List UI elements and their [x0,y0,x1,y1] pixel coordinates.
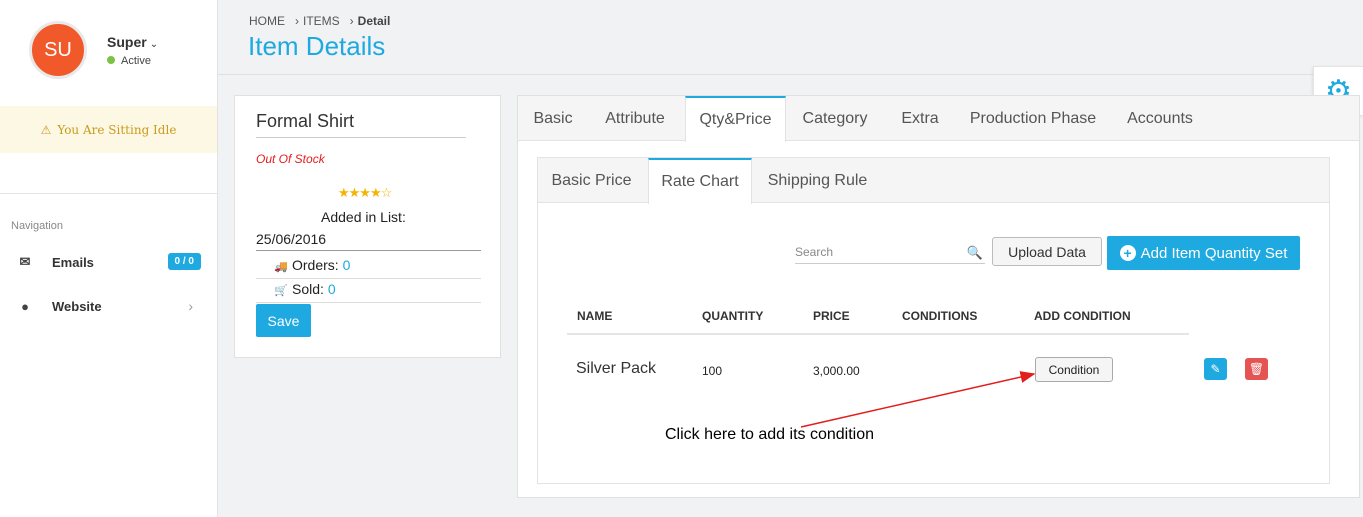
breadcrumb: HOME › ITEMS › Detail [249,14,390,28]
search-input[interactable] [795,242,960,259]
tab-category[interactable]: Category [794,96,876,141]
user-profile[interactable]: SU [29,21,87,79]
tab-rate-chart[interactable]: Rate Chart [648,158,752,204]
stat-divider [256,278,481,279]
added-in-list-label: Added in List: [321,209,406,225]
user-name-dropdown[interactable]: Super ⌄ [107,34,158,50]
added-date: 25/06/2016 [256,231,327,247]
edit-pencil-icon[interactable]: ✎ [1204,358,1227,380]
emails-count-badge: 0 / 0 [167,253,201,270]
tab-shipping-rule[interactable]: Shipping Rule [757,158,878,203]
sub-tabs: Basic Price Rate Chart Shipping Rule [538,158,1329,204]
sidebar-item-label: Website [52,298,102,314]
avatar[interactable]: SU [29,21,87,79]
sold-value[interactable]: 0 [328,281,336,297]
nav-title: Navigation [11,220,63,232]
row-name: Silver Pack [576,360,657,377]
add-item-quantity-set-button[interactable]: + Add Item Quantity Set [1107,236,1300,270]
search-box: 🔍 [795,242,985,264]
column-header-conditions: CONDITIONS [902,309,978,323]
breadcrumb-separator-icon: › [349,14,354,28]
upload-data-button[interactable]: Upload Data [992,237,1102,266]
idle-notice: ⚠ You Are Sitting Idle [0,106,217,153]
breadcrumb-separator-icon: › [295,14,299,28]
add-button-label: Add Item Quantity Set [1140,244,1288,262]
warning-icon: ⚠ [40,122,52,137]
plus-circle-icon: + [1119,245,1136,261]
row-quantity: 100 [702,364,723,378]
sidebar-divider [0,193,217,194]
idle-notice-text: You Are Sitting Idle [57,122,177,137]
globe-icon: ● [21,298,29,314]
sold-label: Sold: [292,281,324,297]
rating-stars-icon: ★★★★☆ [338,185,392,200]
product-title: Formal Shirt [256,111,355,131]
column-header-price: PRICE [813,309,850,323]
tab-extra[interactable]: Extra [888,96,952,141]
sidebar-item-emails[interactable]: ✉ Emails 0 / 0 [0,247,217,277]
tab-basic-price[interactable]: Basic Price [538,158,645,203]
tab-production-phase[interactable]: Production Phase [963,96,1103,141]
user-status: Active [107,55,151,67]
table-header-divider [567,333,1189,335]
column-header-quantity: QUANTITY [702,309,764,323]
user-status-label: Active [121,55,151,67]
status-dot-icon [107,56,115,64]
orders-stat: 🚚 Orders: 0 [274,257,350,273]
tab-accounts[interactable]: Accounts [1115,96,1205,141]
chevron-right-icon: › [188,298,193,314]
search-icon[interactable]: 🔍 [967,245,983,261]
tab-basic[interactable]: Basic [518,96,588,141]
chevron-down-icon: ⌄ [149,39,159,50]
breadcrumb-items[interactable]: ITEMS [303,14,340,28]
add-condition-button[interactable]: Condition [1035,357,1113,382]
page-title: Item Details [248,31,386,61]
delete-trash-icon[interactable]: 🗑 [1245,358,1268,380]
cart-icon: 🛒 [274,285,288,297]
sidebar: SU Super ⌄ Active ⚠ You Are Sitting Idle N… [0,0,218,517]
breadcrumb-current: Detail [357,14,391,28]
avatar-initials: SU [44,38,72,61]
header-divider [218,74,1363,75]
breadcrumb-home[interactable]: HOME [249,14,285,28]
truck-icon: 🚚 [274,261,288,273]
date-divider [256,250,481,251]
stock-status: Out Of Stock [256,152,325,166]
item-detail-panel: Basic Attribute Qty&Price Category Extra… [517,95,1360,498]
column-header-add-condition: ADD CONDITION [1034,309,1131,323]
product-title-underline [256,137,466,138]
main-tabs: Basic Attribute Qty&Price Category Extra… [518,96,1359,142]
column-header-name: NAME [577,309,613,323]
sidebar-item-label: Emails [52,254,94,270]
orders-label: Orders: [292,257,339,273]
row-price: 3,000.00 [813,364,860,378]
tab-qty-price[interactable]: Qty&Price [685,96,786,142]
product-summary-card: Formal Shirt Out Of Stock ★★★★☆ Added in… [234,95,501,358]
orders-value[interactable]: 0 [343,257,351,273]
sold-stat: 🛒 Sold: 0 [274,281,336,297]
qty-price-panel: Basic Price Rate Chart Shipping Rule 🔍 U… [537,157,1330,484]
stat-divider [256,302,481,303]
tab-attribute[interactable]: Attribute [594,96,676,141]
save-button[interactable]: Save [256,304,311,337]
sidebar-item-website[interactable]: ● Website › [0,291,217,321]
annotation-text: Click here to add its condition [665,426,874,443]
envelope-icon: ✉ [19,254,31,269]
user-name: Super [107,34,147,50]
